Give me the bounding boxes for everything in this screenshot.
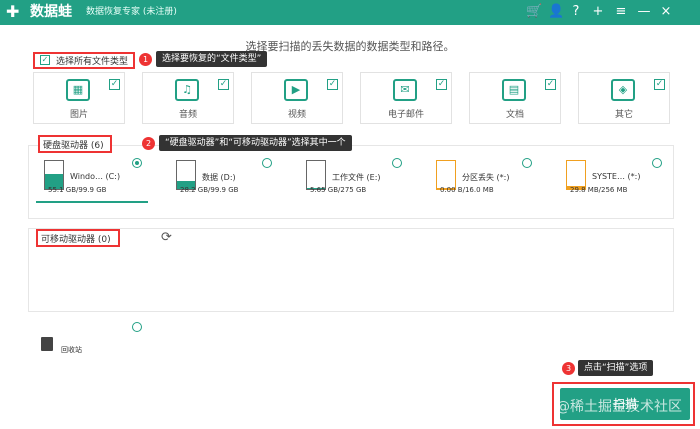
file-type-checkbox[interactable]: ✓ <box>218 79 229 90</box>
selected-drive-underline <box>36 201 148 203</box>
select-all-label[interactable]: 选择所有文件类型 <box>56 54 128 67</box>
file-type-card[interactable]: ▶ ✓ 视频 <box>251 72 343 124</box>
app-subtitle: 数据恢复专家 (未注册) <box>86 7 177 17</box>
file-type-checkbox[interactable]: ✓ <box>654 79 665 90</box>
removable-drive-panel <box>28 228 674 312</box>
drive-name: 分区丢失 (*:) <box>462 173 510 182</box>
drive-size: 55.1 GB/99.9 GB <box>48 186 107 194</box>
drive-name: 工作文件 (E:) <box>332 173 381 182</box>
drive-name: Windo… (C:) <box>70 172 121 181</box>
minimize-icon[interactable]: — <box>636 4 652 20</box>
callout-1-number: 1 <box>139 53 152 66</box>
music-icon: ♫ <box>175 79 199 101</box>
app-brand: 数据蛙 <box>30 4 72 20</box>
removable-title: 可移动驱动器 (0) <box>41 235 111 245</box>
file-type-card[interactable]: ◈ ✓ 其它 <box>578 72 670 124</box>
file-type-checkbox[interactable]: ✓ <box>545 79 556 90</box>
callout-1-label: 选择要恢复的“文件类型” <box>156 51 268 67</box>
drive-size: 0.00 B/16.0 MB <box>440 186 494 194</box>
callout-2-label: “硬盘驱动器”和“可移动驱动器”选择其中一个 <box>159 135 352 151</box>
user-icon[interactable]: 👤 <box>548 4 564 20</box>
recycle-bin-radio[interactable] <box>132 322 142 332</box>
file-type-label: 音频 <box>178 110 197 120</box>
video-icon: ▶ <box>284 79 308 101</box>
drive-radio[interactable] <box>132 158 142 168</box>
callout-3-number: 3 <box>562 362 575 375</box>
callout-2-number: 2 <box>142 137 155 150</box>
select-all-checkbox[interactable]: ✓ <box>40 55 50 65</box>
file-type-label: 视频 <box>287 110 306 120</box>
callout-3-label: 点击“扫描”选项 <box>578 360 654 376</box>
close-icon[interactable]: × <box>658 4 674 20</box>
drive-radio[interactable] <box>262 158 272 168</box>
file-type-card[interactable]: ▤ ✓ 文档 <box>469 72 561 124</box>
file-type-label: 其它 <box>614 110 633 120</box>
file-type-label: 图片 <box>69 110 88 120</box>
cart-icon[interactable]: 🛒 <box>526 4 542 20</box>
file-type-card[interactable]: ✉ ✓ 电子邮件 <box>360 72 452 124</box>
drive-radio[interactable] <box>392 158 402 168</box>
file-type-checkbox[interactable]: ✓ <box>327 79 338 90</box>
plus-icon[interactable]: + <box>590 4 606 20</box>
drive-size: 5.65 GB/275 GB <box>310 186 367 194</box>
other-icon: ◈ <box>611 79 635 101</box>
file-type-card[interactable]: ▦ ✓ 图片 <box>33 72 125 124</box>
drive-radio[interactable] <box>522 158 532 168</box>
watermark: @稀土掘金技术社区 <box>556 399 682 415</box>
file-type-label: 文档 <box>505 110 524 120</box>
file-type-checkbox[interactable]: ✓ <box>436 79 447 90</box>
help-icon[interactable]: ? <box>568 4 584 20</box>
image-icon: ▦ <box>66 79 90 101</box>
file-type-checkbox[interactable]: ✓ <box>109 79 120 90</box>
drive-size: 29.8 MB/256 MB <box>570 186 628 194</box>
drive-size: 28.2 GB/99.9 GB <box>180 186 239 194</box>
file-type-card[interactable]: ♫ ✓ 音频 <box>142 72 234 124</box>
refresh-icon[interactable]: ⟳ <box>161 230 172 245</box>
drive-radio[interactable] <box>652 158 662 168</box>
document-icon: ▤ <box>502 79 526 101</box>
trash-icon <box>41 337 53 351</box>
file-type-label: 电子邮件 <box>387 110 424 120</box>
drive-name: SYSTE… (*:) <box>592 172 641 181</box>
hard-drive-title: 硬盘驱动器 (6) <box>43 141 104 151</box>
app-logo-icon: ✚ <box>6 2 20 21</box>
recycle-bin-label: 回收站 <box>61 346 82 354</box>
email-icon: ✉ <box>393 79 417 101</box>
menu-icon[interactable]: ≡ <box>613 4 629 20</box>
drive-name: 数据 (D:) <box>202 173 236 182</box>
